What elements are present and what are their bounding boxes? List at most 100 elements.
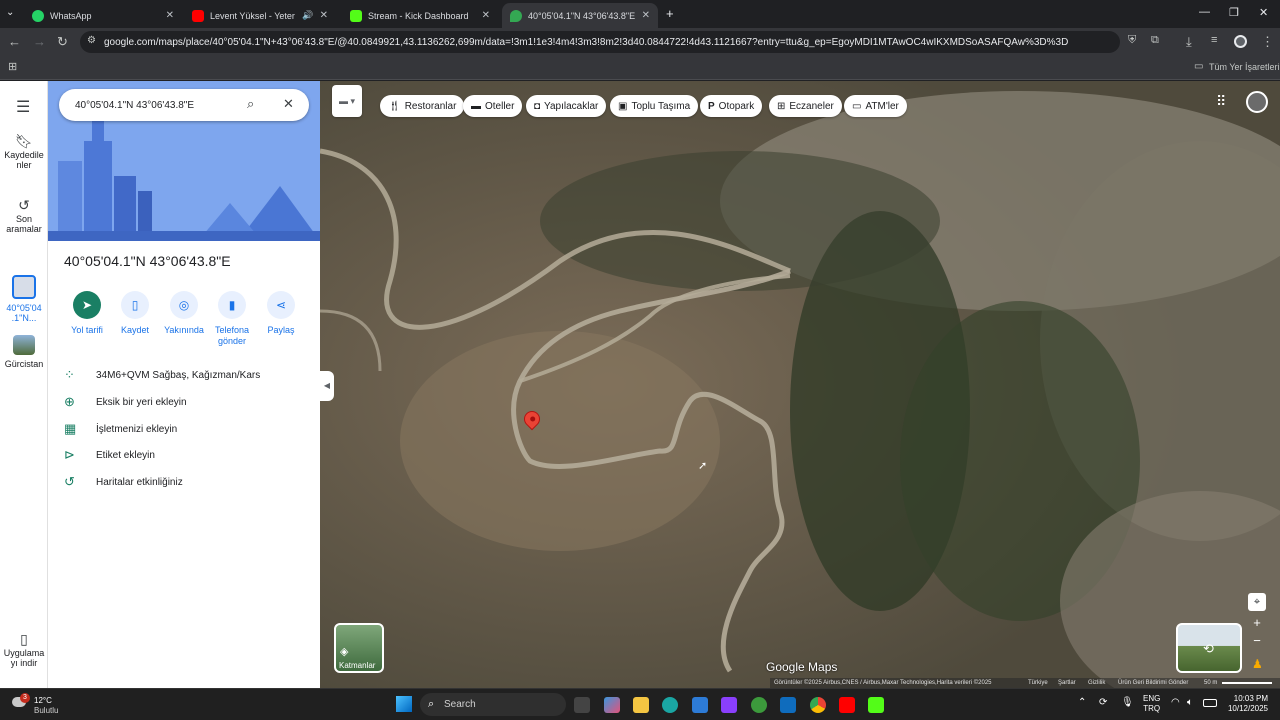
all-bookmarks-link[interactable]: Tüm Yer İşaretleri: [1209, 62, 1280, 72]
close-icon[interactable]: ✕: [166, 10, 174, 21]
privacy-link[interactable]: Gizlilik: [1088, 678, 1105, 688]
pegman-icon[interactable]: ♟: [1252, 657, 1263, 671]
taskbar-search[interactable]: ⌕ Search: [420, 693, 566, 716]
start-button[interactable]: [396, 696, 412, 712]
weather-widget[interactable]: 3 12°C Bulutlu: [8, 693, 78, 717]
search-icon[interactable]: ⌕: [247, 96, 254, 112]
download-icon[interactable]: ⤓: [1186, 34, 1192, 50]
tab-youtube[interactable]: Levent Yüksel - Yeter ki Onu 🔊 ✕: [184, 3, 336, 28]
address-bar[interactable]: ⚙ google.com/maps/place/40°05'04.1"N+43°…: [80, 31, 1120, 53]
youtube-icon: [192, 9, 204, 22]
chrome-icon[interactable]: [810, 697, 826, 713]
edge-icon[interactable]: [662, 697, 678, 713]
rail-georgia-label: Gürcistan: [4, 359, 44, 369]
chip-hotels[interactable]: ▬ Oteller: [463, 95, 523, 117]
close-icon[interactable]: ✕: [642, 10, 650, 21]
street-view-thumbnail[interactable]: ⟲: [1176, 623, 1242, 673]
restore-icon[interactable]: ❐: [1229, 6, 1239, 19]
satellite-map[interactable]: ▬ ▾ 🍴︎ Restoranlar ▬ Oteller ◘ Yapılacaklar…: [320, 81, 1280, 688]
rail-recent[interactable]: ↺ Son aramalar: [0, 197, 48, 234]
rail-georgia[interactable]: Gürcistan: [0, 335, 48, 369]
chip-transit[interactable]: ▣ Toplu Taşıma: [610, 95, 699, 117]
nearby-button[interactable]: ◎ Yakınında: [160, 291, 208, 336]
xbox-icon[interactable]: [751, 697, 767, 713]
my-location-icon[interactable]: ⌖: [1248, 593, 1266, 611]
apps-icon[interactable]: ⊞: [8, 60, 17, 73]
rail-current-place[interactable]: 40°05'04 .1"N...: [0, 275, 48, 323]
clock[interactable]: 10:03 PM 10/12/2025: [1222, 694, 1268, 714]
chip-parking[interactable]: P Otopark: [700, 95, 763, 117]
google-apps-icon[interactable]: ⠿: [1216, 93, 1226, 110]
site-info-icon[interactable]: ⚙: [87, 35, 96, 46]
share-button[interactable]: ⋖ Paylaş: [257, 291, 305, 336]
directions-icon: ➤: [73, 291, 101, 319]
microphone-icon[interactable]: 🎙︎: [1121, 697, 1134, 708]
task-view-icon[interactable]: [574, 697, 590, 713]
minimize-icon[interactable]: —: [1199, 6, 1210, 18]
country-link[interactable]: Türkiye: [1028, 678, 1048, 688]
store-icon[interactable]: [692, 697, 708, 713]
weather-temp: 12°C: [34, 696, 52, 705]
profile-icon[interactable]: [1234, 35, 1247, 48]
zoom-out-icon[interactable]: −: [1248, 633, 1266, 651]
shield-icon[interactable]: ⛨: [1128, 34, 1136, 47]
tray-app-icon[interactable]: ⟳: [1099, 697, 1107, 708]
rail-install-app[interactable]: ▯ Uygulama yı indir: [0, 632, 48, 668]
tab-whatsapp[interactable]: WhatsApp ✕: [24, 3, 182, 28]
forward-icon[interactable]: →: [33, 34, 46, 49]
reload-icon[interactable]: ↻: [57, 34, 68, 50]
speaker-icon[interactable]: 🔊: [302, 10, 313, 21]
directions-button[interactable]: ➤ Yol tarifi: [63, 291, 111, 336]
chip-restaurants[interactable]: 🍴︎ Restoranlar: [380, 95, 465, 117]
account-avatar[interactable]: [1246, 91, 1268, 113]
add-missing-place-row[interactable]: ⊕ Eksik bir yeri ekleyin: [64, 392, 187, 412]
map-type-toggle[interactable]: ▬ ▾: [332, 85, 362, 117]
media-icon[interactable]: ≡: [1211, 34, 1217, 46]
layers-label: Katmanlar: [339, 661, 376, 670]
add-label-row[interactable]: ⊳ Etiket ekleyin: [64, 445, 155, 465]
terms-link[interactable]: Şartlar: [1058, 678, 1076, 688]
back-icon[interactable]: ←: [8, 34, 21, 49]
youtube-app-icon[interactable]: [839, 697, 855, 713]
zoom-in-icon[interactable]: +: [1248, 615, 1266, 633]
search-input[interactable]: 40°05'04.1"N 43°06'43.8"E ⌕ ✕: [59, 89, 309, 121]
extensions-icon[interactable]: ⧉: [1151, 34, 1159, 47]
battery-icon[interactable]: [1203, 699, 1217, 707]
plus-code-row[interactable]: ⁘ 34M6+QVM Sağbaş, Kağızman/Kars: [64, 365, 260, 385]
rotate-360-icon: ⟲: [1203, 641, 1214, 656]
tray-overflow-icon[interactable]: ⌃: [1078, 697, 1086, 708]
window-close-icon[interactable]: ✕: [1259, 6, 1268, 19]
send-to-phone-button[interactable]: ▮ Telefona gönder: [208, 291, 256, 347]
kick-app-icon[interactable]: [868, 697, 884, 713]
tab-kick[interactable]: Stream - Kick Dashboard ✕: [342, 3, 498, 28]
language-indicator[interactable]: ENG TRQ: [1143, 694, 1160, 714]
chip-pharmacies[interactable]: ⊞ Eczaneler: [769, 95, 842, 117]
history-icon: ↺: [18, 197, 30, 213]
close-icon[interactable]: ✕: [482, 10, 490, 21]
add-business-row[interactable]: ▦ İşletmenizi ekleyin: [64, 419, 177, 439]
outlook-icon[interactable]: [780, 697, 796, 713]
chip-things-to-do[interactable]: ◘ Yapılacaklar: [526, 95, 607, 117]
menu-icon[interactable]: ⋮: [1261, 34, 1274, 50]
copilot-icon[interactable]: [604, 697, 620, 713]
file-explorer-icon[interactable]: [633, 697, 649, 713]
layers-button[interactable]: ◈ Katmanlar: [334, 623, 384, 673]
chip-atms[interactable]: ▭ ATM'ler: [844, 95, 907, 117]
scale-label[interactable]: 50 m: [1204, 678, 1217, 688]
tab-search-button[interactable]: ⌄: [6, 7, 14, 18]
feedback-link[interactable]: Ürün Geri Bildirimi Gönder: [1118, 678, 1188, 688]
app-purple-icon[interactable]: [721, 697, 737, 713]
volume-icon[interactable]: 🔈︎: [1187, 697, 1193, 708]
close-icon[interactable]: ✕: [320, 10, 328, 21]
hamburger-menu-icon[interactable]: ☰: [16, 97, 30, 117]
save-button[interactable]: ▯ Kaydet: [111, 291, 159, 336]
maps-activity-row[interactable]: ↺ Haritalar etkinliğiniz: [64, 472, 183, 492]
tab-maps[interactable]: 40°05'04.1"N 43°06'43.8"E - Go ✕: [502, 3, 658, 28]
clear-search-icon[interactable]: ✕: [283, 96, 294, 112]
rail-saved[interactable]: 🔖︎ Kaydedile nler: [0, 134, 48, 170]
collapse-panel-button[interactable]: ◀: [320, 371, 334, 401]
wifi-icon[interactable]: ◠: [1171, 697, 1180, 708]
new-tab-icon[interactable]: +: [666, 6, 674, 21]
add-missing-place-text: Eksik bir yeri ekleyin: [96, 396, 187, 408]
tab-title: Stream - Kick Dashboard: [368, 10, 469, 21]
